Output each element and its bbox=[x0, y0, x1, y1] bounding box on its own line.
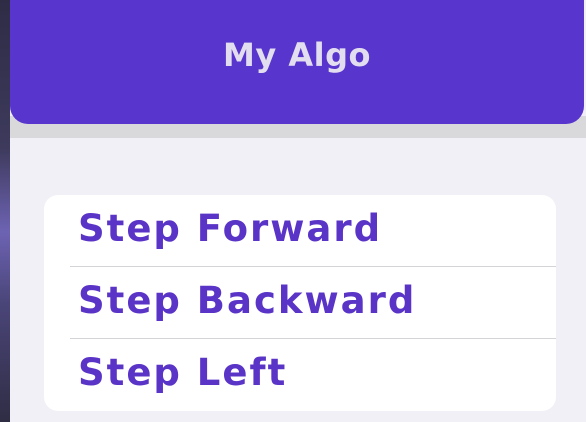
background-edge bbox=[0, 0, 10, 422]
list-item-step-backward[interactable]: Step Backward bbox=[78, 267, 556, 339]
list-item-step-left[interactable]: Step Left bbox=[78, 339, 556, 411]
list-item-label: Step Backward bbox=[78, 278, 417, 322]
action-list: Step Forward Step Backward Step Left bbox=[44, 195, 556, 411]
list-item-label: Step Forward bbox=[78, 206, 383, 250]
page-title: My Algo bbox=[223, 36, 371, 74]
list-item-step-forward[interactable]: Step Forward bbox=[78, 195, 556, 267]
list-item-label: Step Left bbox=[78, 350, 288, 394]
app-header: My Algo bbox=[10, 0, 584, 124]
app-frame: My Algo Step Forward Step Backward Step … bbox=[0, 0, 586, 422]
